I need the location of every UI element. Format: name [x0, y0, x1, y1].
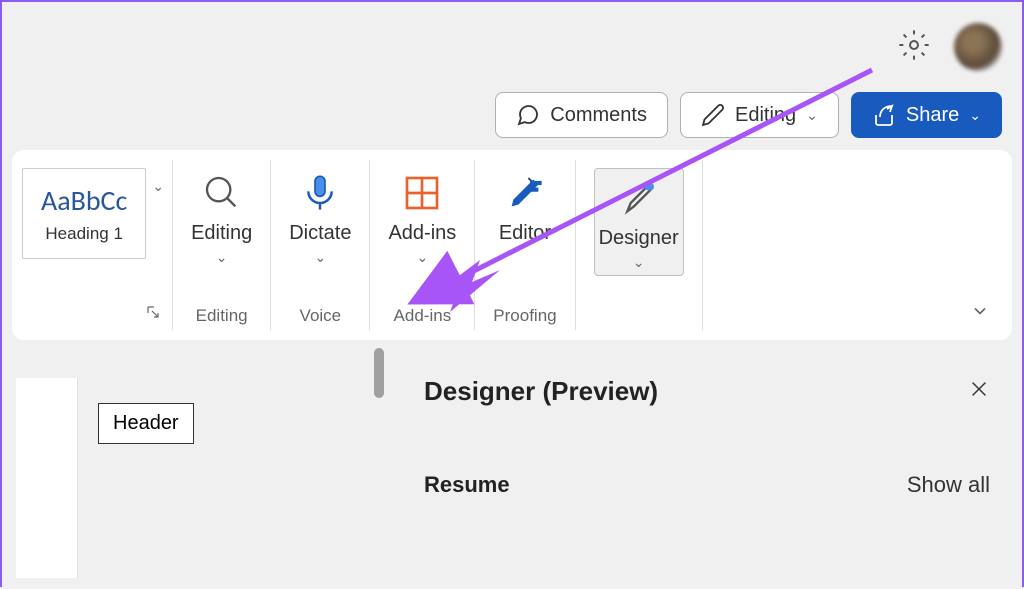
styles-dropdown[interactable]: ⌄ [146, 168, 170, 268]
designer-pane-title: Designer (Preview) [424, 376, 658, 407]
designer-icon [619, 178, 659, 218]
designer-section-resume: Resume [424, 472, 510, 498]
chevron-down-icon: ⌄ [314, 249, 326, 266]
designer-button[interactable]: Designer ⌄ [594, 168, 684, 276]
search-icon [202, 173, 242, 213]
editor-button[interactable]: Editor [499, 168, 551, 245]
editor-icon [505, 173, 545, 213]
document-page[interactable] [16, 378, 78, 578]
header-section-label[interactable]: Header [98, 403, 194, 444]
chevron-down-icon: ⌄ [633, 254, 645, 271]
addins-icon [402, 173, 442, 213]
avatar[interactable] [954, 23, 1002, 71]
group-label-addins: Add-ins [394, 306, 452, 326]
share-icon [872, 103, 896, 127]
editing-find-button[interactable]: Editing ⌄ [191, 168, 252, 266]
comments-label: Comments [550, 104, 647, 127]
document-pane: Header [2, 348, 392, 587]
share-button[interactable]: Share ⌄ [851, 92, 1002, 138]
scrollbar-thumb[interactable] [374, 348, 384, 398]
designer-pane: Designer (Preview) Resume Show all [392, 348, 1022, 587]
heading-style[interactable]: AaBbCc Heading 1 [22, 168, 146, 259]
dictate-button[interactable]: Dictate ⌄ [289, 168, 351, 266]
dialog-launcher-icon[interactable] [146, 305, 160, 322]
editing-label: Editing [735, 104, 796, 127]
style-name: Heading 1 [41, 224, 127, 244]
settings-icon[interactable] [898, 29, 930, 66]
chevron-down-icon: ⌄ [969, 107, 981, 124]
chevron-down-icon: ⌄ [806, 107, 818, 124]
comment-icon [516, 103, 540, 127]
close-icon[interactable] [968, 378, 990, 406]
style-sample: AaBbCc [41, 183, 127, 218]
group-label-editing: Editing [196, 306, 248, 326]
chevron-down-icon: ⌄ [417, 249, 429, 266]
addins-button[interactable]: Add-ins ⌄ [388, 168, 456, 266]
show-all-link[interactable]: Show all [907, 472, 990, 498]
comments-button[interactable]: Comments [495, 92, 668, 138]
chevron-down-icon: ⌄ [152, 178, 164, 195]
editing-mode-button[interactable]: Editing ⌄ [680, 92, 839, 138]
ribbon-collapse-button[interactable] [970, 301, 990, 326]
ribbon: AaBbCc Heading 1 ⌄ Editing ⌄ Editing [12, 150, 1012, 340]
share-label: Share [906, 104, 959, 127]
pencil-icon [701, 103, 725, 127]
group-label-proofing: Proofing [493, 306, 556, 326]
group-label-voice: Voice [300, 306, 342, 326]
chevron-down-icon: ⌄ [216, 249, 228, 266]
microphone-icon [300, 173, 340, 213]
